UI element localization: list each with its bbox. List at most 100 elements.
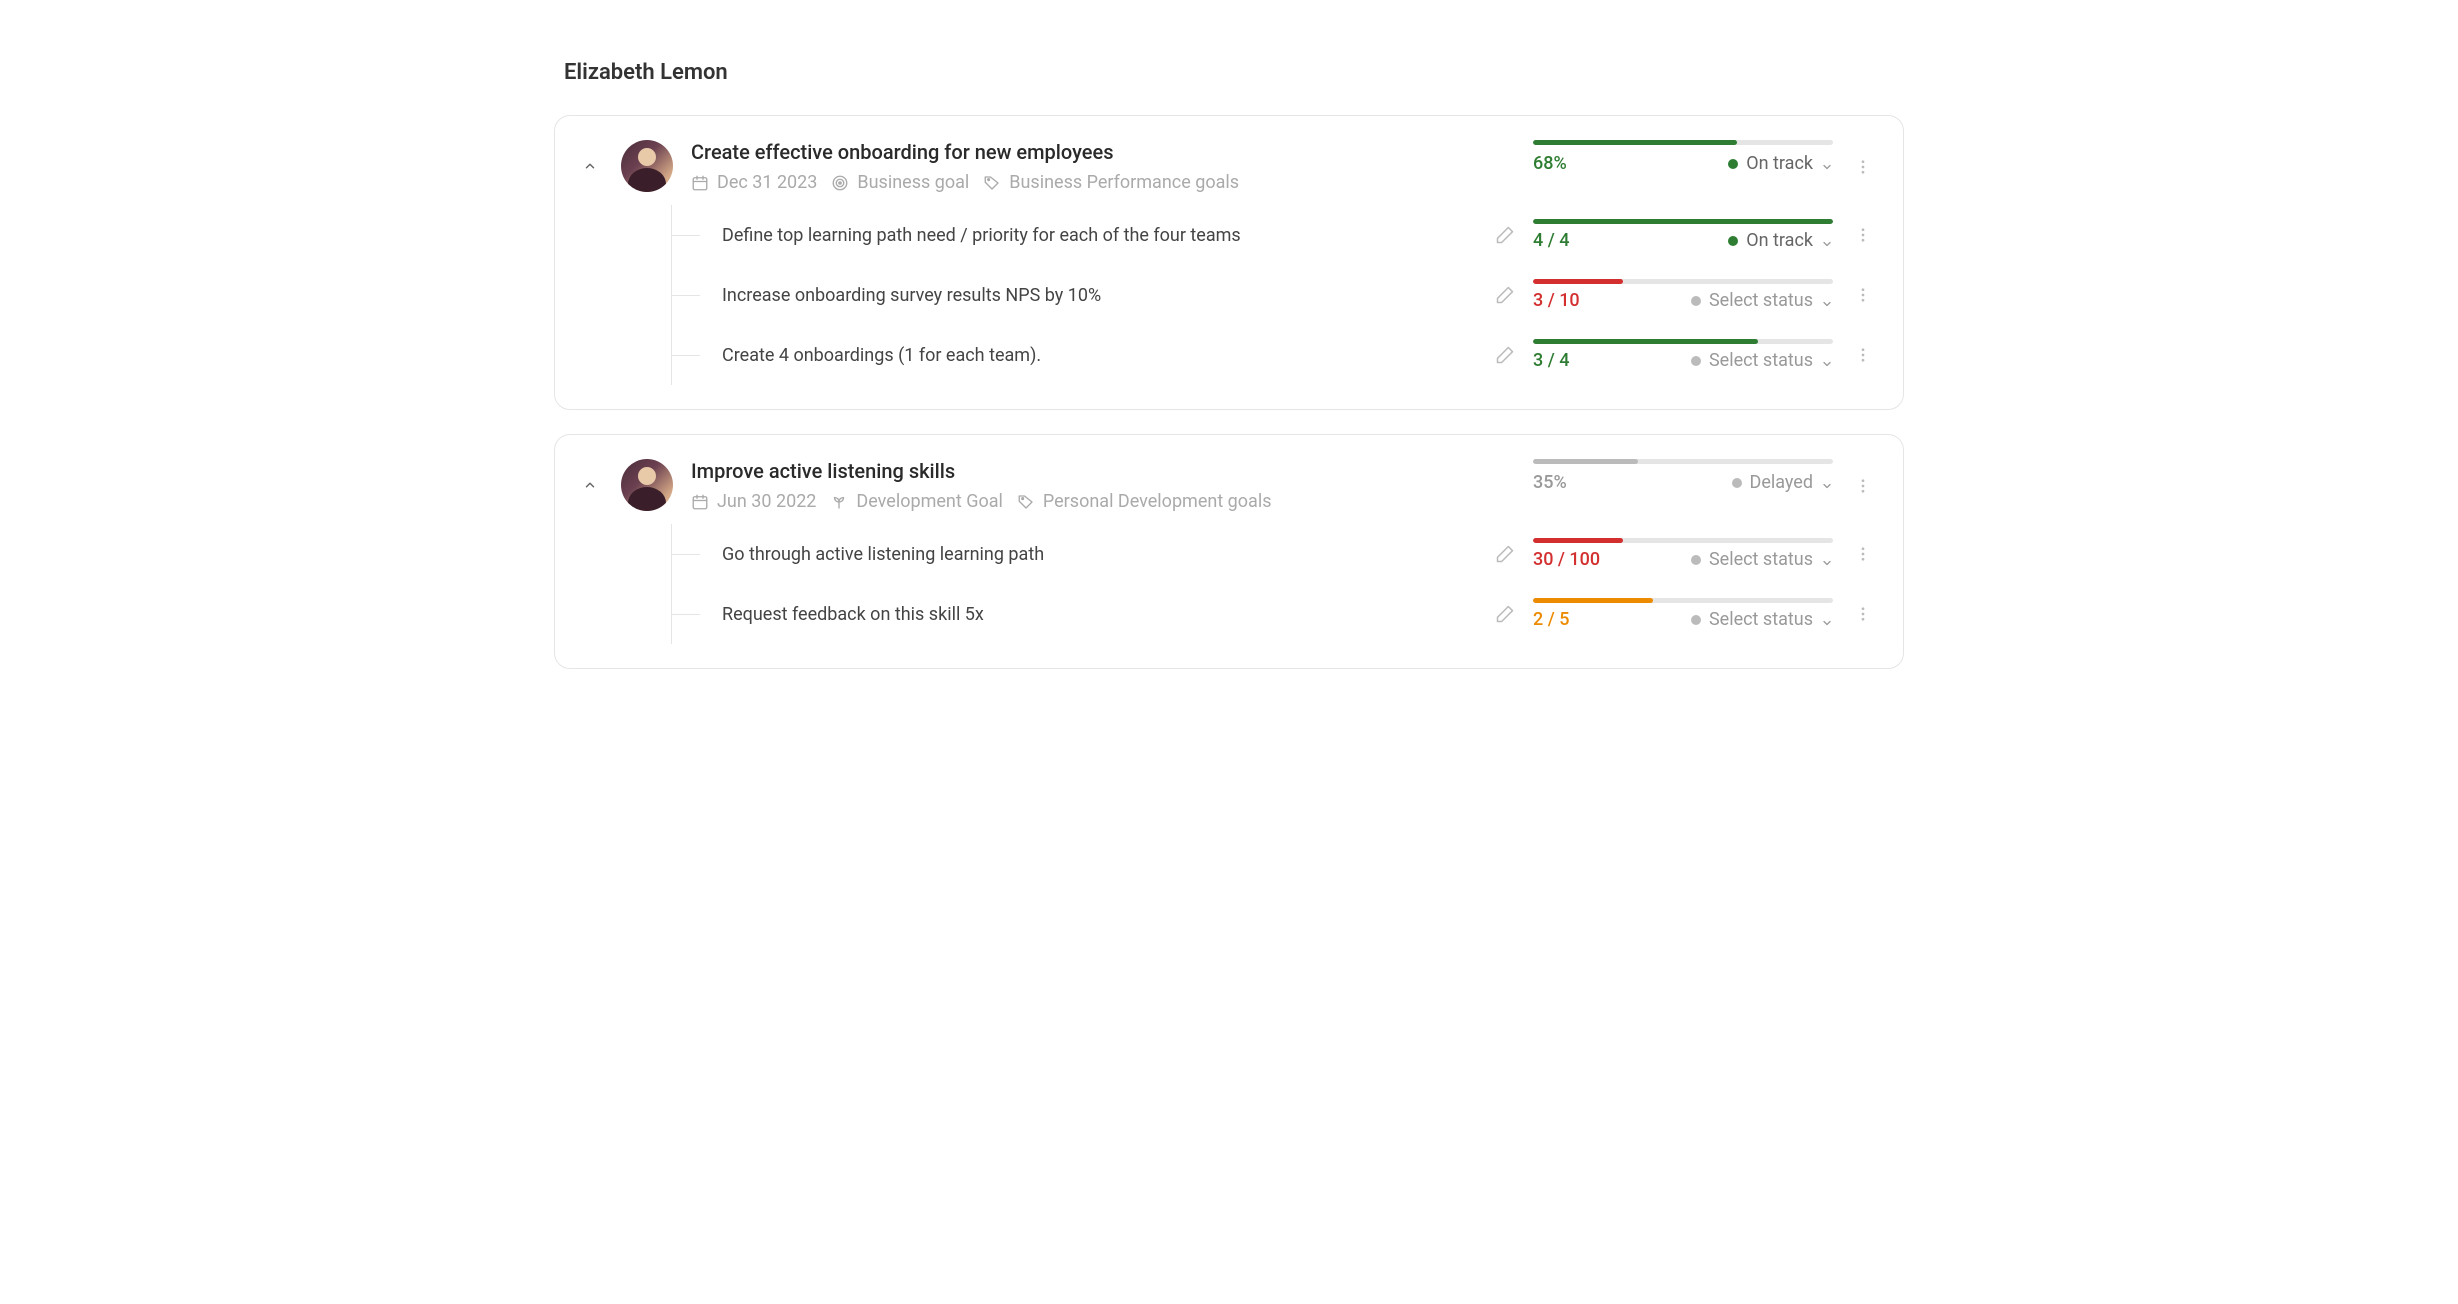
progress-value: 3 / 10 [1533, 290, 1580, 311]
dots-vertical-icon [1854, 346, 1872, 364]
goal-title: Improve active listening skills [691, 459, 1515, 483]
status-selector[interactable]: On track [1728, 230, 1833, 251]
collapse-toggle[interactable] [583, 477, 597, 491]
progress-value: 68% [1533, 153, 1567, 174]
goal-card: Create effective onboarding for new empl… [554, 115, 1904, 410]
key-result-row: Increase onboarding survey results NPS b… [672, 265, 1875, 325]
status-dot [1728, 159, 1738, 169]
progress-fill [1533, 219, 1833, 224]
key-result-title: Define top learning path need / priority… [718, 225, 1477, 246]
key-result-row: Request feedback on this skill 5x 2 / 5 … [672, 584, 1875, 644]
goal-stats: 35% Delayed [1533, 459, 1833, 493]
progress-value: 30 / 100 [1533, 549, 1600, 570]
progress-fill [1533, 598, 1653, 603]
more-actions-button[interactable] [1851, 459, 1875, 495]
more-actions-button[interactable] [1851, 605, 1875, 623]
status-dot [1732, 478, 1742, 488]
key-results-list: Go through active listening learning pat… [671, 524, 1875, 644]
key-result-stats: 4 / 4 On track [1533, 219, 1833, 251]
status-dot [1691, 296, 1701, 306]
tree-connector [672, 554, 700, 555]
key-result-title: Go through active listening learning pat… [718, 544, 1477, 565]
status-selector[interactable]: Select status [1691, 290, 1833, 311]
chevron-down-icon [1821, 158, 1833, 170]
key-result-title: Request feedback on this skill 5x [718, 604, 1477, 625]
goal-tag: Business Performance goals [1009, 172, 1239, 193]
goal-card: Improve active listening skills Jun 30 2… [554, 434, 1904, 669]
status-label: Select status [1709, 350, 1813, 371]
dots-vertical-icon [1854, 477, 1872, 495]
key-result-title: Increase onboarding survey results NPS b… [718, 285, 1477, 306]
progress-bar [1533, 219, 1833, 224]
dots-vertical-icon [1854, 605, 1872, 623]
progress-bar [1533, 279, 1833, 284]
progress-value: 2 / 5 [1533, 609, 1569, 630]
goal-meta: Dec 31 2023 Business goal Business Perfo… [691, 172, 1515, 193]
goal-stats: 68% On track [1533, 140, 1833, 174]
status-selector[interactable]: Select status [1691, 350, 1833, 371]
tag-icon [983, 174, 1001, 192]
status-selector[interactable]: Delayed [1732, 472, 1834, 493]
status-dot [1691, 615, 1701, 625]
status-label: On track [1746, 153, 1813, 174]
more-actions-button[interactable] [1851, 226, 1875, 244]
progress-bar [1533, 598, 1833, 603]
pencil-icon[interactable] [1495, 604, 1515, 624]
chevron-down-icon [1821, 235, 1833, 247]
tree-connector [672, 614, 700, 615]
goal-date: Jun 30 2022 [717, 491, 816, 512]
status-selector[interactable]: Select status [1691, 609, 1833, 630]
goal-category: Development Goal [856, 491, 1002, 512]
collapse-toggle[interactable] [583, 158, 597, 172]
pencil-icon[interactable] [1495, 225, 1515, 245]
pencil-icon[interactable] [1495, 345, 1515, 365]
status-dot [1691, 356, 1701, 366]
avatar[interactable] [621, 459, 673, 511]
goal-title: Create effective onboarding for new empl… [691, 140, 1515, 164]
goal-meta: Jun 30 2022 Development Goal Personal De… [691, 491, 1515, 512]
tree-connector [672, 235, 700, 236]
goal-date: Dec 31 2023 [717, 172, 817, 193]
progress-value: 4 / 4 [1533, 230, 1569, 251]
pencil-icon[interactable] [1495, 544, 1515, 564]
status-dot [1728, 236, 1738, 246]
progress-fill [1533, 459, 1638, 464]
dots-vertical-icon [1854, 545, 1872, 563]
key-result-stats: 2 / 5 Select status [1533, 598, 1833, 630]
progress-bar [1533, 140, 1833, 145]
status-selector[interactable]: Select status [1691, 549, 1833, 570]
status-label: Select status [1709, 609, 1813, 630]
more-actions-button[interactable] [1851, 545, 1875, 563]
chevron-down-icon [1821, 554, 1833, 566]
goal-tag: Personal Development goals [1043, 491, 1272, 512]
status-label: On track [1746, 230, 1813, 251]
progress-fill [1533, 140, 1737, 145]
more-actions-button[interactable] [1851, 286, 1875, 304]
status-selector[interactable]: On track [1728, 153, 1833, 174]
progress-fill [1533, 279, 1623, 284]
calendar-icon [691, 493, 709, 511]
key-result-row: Define top learning path need / priority… [672, 205, 1875, 265]
pencil-icon[interactable] [1495, 285, 1515, 305]
target-icon [831, 174, 849, 192]
more-actions-button[interactable] [1851, 346, 1875, 364]
tree-connector [672, 295, 700, 296]
progress-fill [1533, 538, 1623, 543]
dots-vertical-icon [1854, 226, 1872, 244]
key-result-stats: 3 / 10 Select status [1533, 279, 1833, 311]
goal-category: Business goal [857, 172, 969, 193]
tree-connector [672, 355, 700, 356]
chevron-down-icon [1821, 477, 1833, 489]
progress-value: 35% [1533, 472, 1567, 493]
dots-vertical-icon [1854, 286, 1872, 304]
status-label: Select status [1709, 549, 1813, 570]
key-result-row: Create 4 onboardings (1 for each team). … [672, 325, 1875, 385]
avatar[interactable] [621, 140, 673, 192]
more-actions-button[interactable] [1851, 140, 1875, 176]
key-result-row: Go through active listening learning pat… [672, 524, 1875, 584]
progress-bar [1533, 339, 1833, 344]
key-result-title: Create 4 onboardings (1 for each team). [718, 345, 1477, 366]
progress-bar [1533, 459, 1833, 464]
progress-fill [1533, 339, 1758, 344]
chevron-down-icon [1821, 614, 1833, 626]
